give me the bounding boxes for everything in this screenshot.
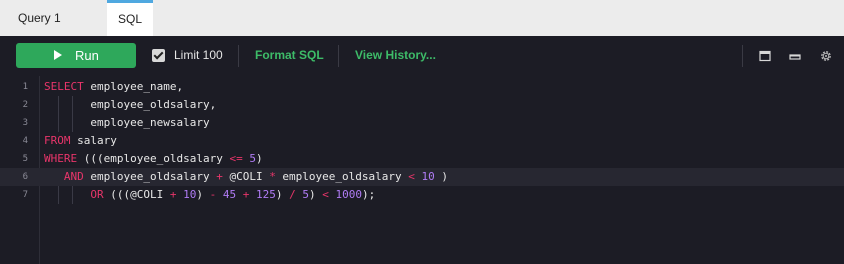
settings-gear-icon[interactable] xyxy=(819,49,833,63)
sql-keyword: FROM xyxy=(44,134,71,147)
sql-keyword: AND xyxy=(63,170,84,183)
code-line[interactable]: 6 AND employee_oldsalary + @COLI * emplo… xyxy=(0,168,844,186)
sql-number: 1000 xyxy=(335,188,362,201)
sql-token: ); xyxy=(361,188,376,201)
run-button-label: Run xyxy=(75,48,99,63)
sql-token: ) xyxy=(255,152,263,165)
query-toolbar: Run Limit 100 Format SQL View History... xyxy=(0,36,844,77)
code-text: WHERE (((employee_oldsalary <= 5) xyxy=(44,150,263,168)
line-number: 1 xyxy=(22,82,28,92)
sql-token: ) xyxy=(196,188,210,201)
sql-number: 10 xyxy=(183,188,197,201)
sql-editor[interactable]: 1 SELECT employee_name, 2 employee_oldsala… xyxy=(0,76,844,264)
toolbar-divider xyxy=(338,45,339,67)
sql-number: 5 xyxy=(249,152,256,165)
minimize-icon[interactable] xyxy=(789,50,801,62)
sql-keyword: WHERE xyxy=(44,152,78,165)
run-button[interactable]: Run xyxy=(16,43,136,68)
tab-sql[interactable]: SQL xyxy=(107,0,153,36)
line-number: 7 xyxy=(22,190,28,200)
code-text: FROM salary xyxy=(44,132,117,150)
sql-token: (((employee_oldsalary xyxy=(77,152,230,165)
sql-operator: / xyxy=(289,188,296,201)
limit-label: Limit 100 xyxy=(174,48,223,62)
sql-token: ) xyxy=(275,188,290,201)
sql-number: 10 xyxy=(421,170,435,183)
sql-number: 45 xyxy=(222,188,237,201)
sql-token: employee_oldsalary xyxy=(83,170,217,183)
line-number: 6 xyxy=(22,172,28,182)
sql-token: ) xyxy=(308,188,323,201)
toolbar-divider xyxy=(742,45,743,67)
toolbar-divider xyxy=(238,45,239,67)
sql-token: employee_name, xyxy=(83,80,184,93)
code-line[interactable]: 5 WHERE (((employee_oldsalary <= 5) xyxy=(0,150,844,168)
sql-token: employee_oldsalary, xyxy=(44,98,217,111)
sql-token: employee_newsalary xyxy=(44,116,210,129)
line-number: 2 xyxy=(22,100,28,110)
view-history-button[interactable]: View History... xyxy=(355,48,436,62)
code-line[interactable]: 2 employee_oldsalary, xyxy=(0,96,844,114)
sql-number: 125 xyxy=(255,188,276,201)
code-line[interactable]: 1 SELECT employee_name, xyxy=(0,78,844,96)
sql-operator: <= xyxy=(229,152,243,165)
line-number: 4 xyxy=(22,136,28,146)
code-text: AND employee_oldsalary + @COLI * employe… xyxy=(44,168,448,186)
line-number: 3 xyxy=(22,118,28,128)
code-line[interactable]: 7 OR (((@COLI + 10) - 45 + 125) / 5) < 1… xyxy=(0,186,844,204)
sql-operator: < xyxy=(408,170,415,183)
code-text: SELECT employee_name, xyxy=(44,78,183,96)
line-number: 5 xyxy=(22,154,28,164)
sql-operator: < xyxy=(322,188,329,201)
sql-token: (((@COLI xyxy=(103,188,170,201)
maximize-icon[interactable] xyxy=(759,50,771,62)
sql-token: ) xyxy=(434,170,449,183)
sql-token: employee_oldsalary xyxy=(275,170,409,183)
sql-token: salary xyxy=(70,134,117,147)
code-line[interactable]: 3 employee_newsalary xyxy=(0,114,844,132)
limit-checkbox[interactable] xyxy=(152,49,165,62)
play-icon xyxy=(54,50,62,60)
sql-number: 5 xyxy=(302,188,309,201)
code-line[interactable]: 4 FROM salary xyxy=(0,132,844,150)
code-text: OR (((@COLI + 10) - 45 + 125) / 5) < 100… xyxy=(44,186,375,204)
sql-keyword: OR xyxy=(90,188,104,201)
code-text: employee_oldsalary, xyxy=(44,96,216,114)
code-text: employee_newsalary xyxy=(44,114,210,132)
tab-bar: Query 1 SQL xyxy=(0,0,844,37)
sql-token: @COLI xyxy=(222,170,270,183)
sql-keyword: SELECT xyxy=(44,80,84,93)
format-sql-button[interactable]: Format SQL xyxy=(255,48,324,62)
sql-operator: * xyxy=(269,170,276,183)
tab-query-1[interactable]: Query 1 xyxy=(0,0,104,36)
sql-operator: + xyxy=(216,170,223,183)
